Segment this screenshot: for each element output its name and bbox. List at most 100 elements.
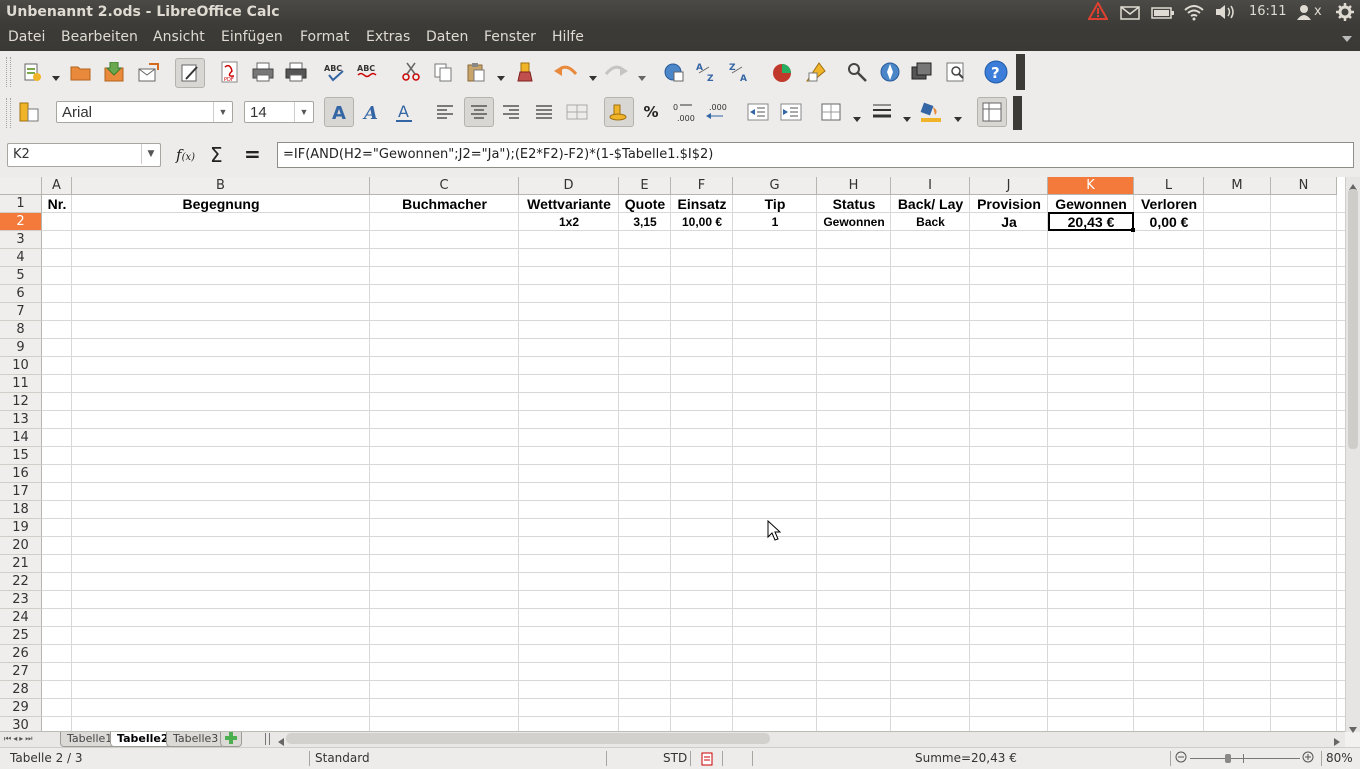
- merge-cells-icon[interactable]: [565, 100, 589, 124]
- row-header-22[interactable]: 22: [0, 573, 42, 591]
- row-header-28[interactable]: 28: [0, 681, 42, 699]
- cell-i2[interactable]: Back: [891, 213, 970, 231]
- cell-c1[interactable]: Buchmacher: [370, 195, 519, 213]
- row-header-3[interactable]: 3: [0, 231, 42, 249]
- sort-ascending-icon[interactable]: AZ: [695, 60, 719, 84]
- cell-g2[interactable]: 1: [733, 213, 817, 231]
- toolbar-overflow-handle[interactable]: [1016, 54, 1025, 90]
- tab-tabelle3[interactable]: Tabelle3: [166, 732, 226, 747]
- user-icon[interactable]: [1296, 4, 1312, 24]
- spreadsheet-grid[interactable]: ABCDEFGHIJKLMN 1 2 3 4 5 6 7 8 9 10 11 12 13 14 15 16 17…: [0, 177, 1345, 732]
- borders-dropdown-icon[interactable]: [853, 111, 861, 126]
- cell-e2[interactable]: 3,15: [619, 213, 671, 231]
- cell-j1[interactable]: Provision: [970, 195, 1048, 213]
- zoom-out-icon[interactable]: [1175, 751, 1187, 766]
- border-style-dropdown-icon[interactable]: [903, 111, 911, 126]
- clone-formatting-icon[interactable]: [515, 60, 539, 84]
- font-size-combo[interactable]: 14 ▼: [244, 101, 314, 123]
- print-direct-icon[interactable]: [284, 60, 308, 84]
- column-header-d[interactable]: D: [519, 177, 619, 195]
- row-header-18[interactable]: 18: [0, 501, 42, 519]
- column-header-n[interactable]: N: [1271, 177, 1337, 195]
- row-header-10[interactable]: 10: [0, 357, 42, 375]
- column-header-e[interactable]: E: [619, 177, 671, 195]
- column-header-c[interactable]: C: [370, 177, 519, 195]
- cell-d2[interactable]: 1x2: [519, 213, 619, 231]
- battery-icon[interactable]: [1151, 6, 1175, 24]
- row-header-30[interactable]: 30: [0, 717, 42, 732]
- function-equals-icon[interactable]: =: [244, 142, 261, 166]
- cell-h1[interactable]: Status: [817, 195, 891, 213]
- row-header-17[interactable]: 17: [0, 483, 42, 501]
- menu-hilfe[interactable]: Hilfe: [552, 29, 584, 45]
- new-dropdown-icon[interactable]: [52, 70, 60, 85]
- column-header-f[interactable]: F: [671, 177, 733, 195]
- vertical-scroll-thumb[interactable]: [1348, 189, 1358, 449]
- toolbar-grip[interactable]: [6, 57, 11, 87]
- clock[interactable]: 16:11: [1249, 4, 1286, 19]
- sort-descending-icon[interactable]: ZA: [728, 60, 752, 84]
- fill-handle[interactable]: [1131, 228, 1135, 232]
- toolbar-overflow-handle[interactable]: [1013, 96, 1022, 130]
- formula-input[interactable]: =IF(AND(H2="Gewonnen";J2="Ja");(E2*F2)-F…: [277, 142, 1354, 168]
- background-color-icon[interactable]: [919, 100, 943, 124]
- zoom-slider-handle[interactable]: [1225, 754, 1231, 763]
- gallery-icon[interactable]: [910, 60, 934, 84]
- borders-icon[interactable]: [819, 100, 843, 124]
- print-icon[interactable]: [251, 60, 275, 84]
- row-header-11[interactable]: 11: [0, 375, 42, 393]
- cell-j2[interactable]: Ja: [970, 213, 1048, 231]
- active-cell-cursor[interactable]: [1048, 212, 1135, 232]
- volume-icon[interactable]: [1215, 4, 1237, 24]
- wifi-icon[interactable]: [1183, 3, 1205, 25]
- row-header-25[interactable]: 25: [0, 627, 42, 645]
- standard-format-icon[interactable]: 0 .000: [672, 100, 696, 124]
- font-name-combo[interactable]: Arial ▼: [56, 101, 233, 123]
- auto-spellcheck-icon[interactable]: ABC: [356, 60, 380, 84]
- column-header-a[interactable]: A: [42, 177, 72, 195]
- selection-mode[interactable]: STD: [663, 751, 687, 765]
- row-header-20[interactable]: 20: [0, 537, 42, 555]
- justify-icon[interactable]: [532, 100, 556, 124]
- align-right-icon[interactable]: [499, 100, 523, 124]
- vertical-scrollbar[interactable]: [1345, 177, 1360, 733]
- column-header-h[interactable]: H: [817, 177, 891, 195]
- menu-bearbeiten[interactable]: Bearbeiten: [61, 29, 138, 45]
- paste-icon[interactable]: [464, 60, 488, 84]
- chevron-down-icon[interactable]: ▼: [213, 102, 232, 122]
- border-style-icon[interactable]: [870, 100, 894, 124]
- row-header-19[interactable]: 19: [0, 519, 42, 537]
- row-header-2[interactable]: 2: [0, 213, 42, 231]
- zoom-slider-track[interactable]: [1190, 758, 1300, 759]
- horizontal-scroll-thumb[interactable]: [286, 733, 770, 744]
- zoom-level[interactable]: 80%: [1326, 751, 1353, 765]
- tab-splitter[interactable]: [265, 733, 270, 745]
- italic-icon[interactable]: A: [359, 100, 383, 124]
- row-header-9[interactable]: 9: [0, 339, 42, 357]
- mail-icon[interactable]: [1120, 6, 1140, 24]
- styles-icon[interactable]: [17, 100, 41, 124]
- open-icon[interactable]: [69, 60, 93, 84]
- column-header-b[interactable]: B: [72, 177, 370, 195]
- column-header-l[interactable]: L: [1134, 177, 1204, 195]
- row-header-29[interactable]: 29: [0, 699, 42, 717]
- column-header-m[interactable]: M: [1204, 177, 1271, 195]
- page-style[interactable]: Standard: [315, 751, 370, 765]
- spellcheck-icon[interactable]: ABC: [323, 60, 347, 84]
- cell-i1[interactable]: Back/ Lay: [891, 195, 970, 213]
- send-icon[interactable]: [136, 60, 160, 84]
- help-icon[interactable]: ?: [984, 60, 1008, 84]
- cell-g1[interactable]: Tip: [733, 195, 817, 213]
- function-wizard-icon[interactable]: f(x): [176, 146, 195, 164]
- menu-format[interactable]: Format: [300, 29, 349, 45]
- zoom-icon[interactable]: [944, 60, 968, 84]
- insert-chart-icon[interactable]: [770, 60, 794, 84]
- chevron-down-icon[interactable]: ▼: [141, 144, 160, 164]
- tab-navigation-icon[interactable]: ⏮◂▸⏭: [4, 734, 34, 744]
- edit-mode-icon[interactable]: [175, 58, 205, 88]
- background-color-dropdown-icon[interactable]: [954, 111, 962, 126]
- cell-b1[interactable]: Begegnung: [72, 195, 370, 213]
- navigator-icon[interactable]: [878, 60, 902, 84]
- toolbar-grip[interactable]: [6, 98, 11, 128]
- pivot-table-icon[interactable]: [804, 60, 828, 84]
